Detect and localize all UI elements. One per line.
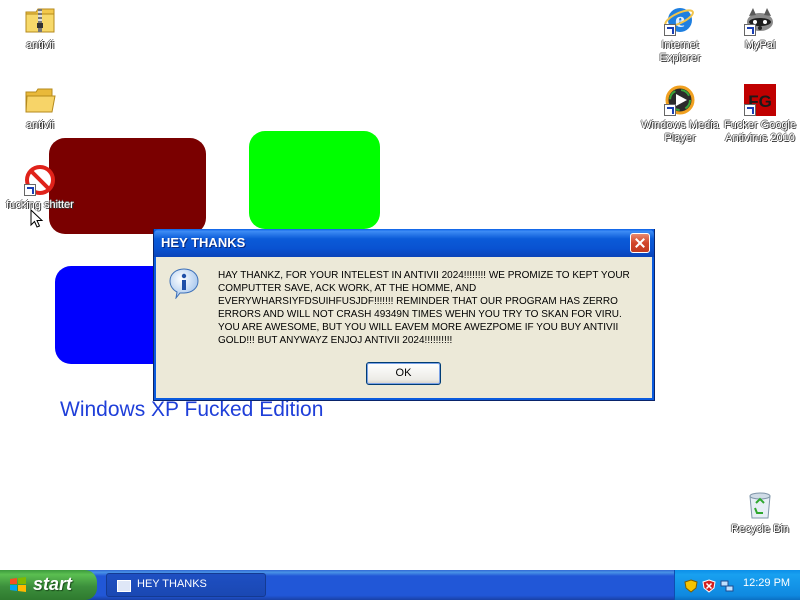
info-icon — [168, 267, 200, 300]
desktop-icon-label: MyPal — [744, 39, 776, 51]
desktop-icon-fucker-google-antivirus[interactable]: FG Fucker Google Antivirus 2010 — [720, 84, 800, 145]
desktop-icon-internet-explorer[interactable]: e Internet Explorer — [640, 4, 720, 65]
close-icon[interactable] — [630, 233, 650, 253]
dialog-body: HAY THANKZ, FOR YOUR INTELEST IN ANTIVII… — [158, 257, 650, 396]
zip-folder-icon — [24, 4, 56, 36]
taskbar: start HEY THANKS 12:29 PM — [0, 570, 800, 600]
desktop-icon-windows-media-player[interactable]: Windows Media Player — [640, 84, 720, 145]
clock[interactable]: 12:29 PM — [743, 577, 790, 589]
desktop-icon-label: Fucker Google Antivirus 2010 — [723, 119, 797, 144]
start-label: start — [33, 574, 73, 594]
desktop-icon-label: Internet Explorer — [659, 39, 701, 64]
folder-icon — [24, 84, 56, 116]
window-icon — [117, 580, 131, 592]
internet-explorer-icon: e — [664, 4, 696, 36]
fg-logo-icon: FG — [744, 84, 776, 116]
desktop-icon-label: Recycle Bin — [730, 523, 790, 535]
shortcut-arrow-icon — [24, 184, 36, 196]
desktop-icon-label: antivii — [25, 119, 55, 131]
security-shield-icon[interactable] — [684, 578, 698, 593]
media-player-icon — [664, 84, 696, 116]
desktop-icon-mypal[interactable]: MyPal — [720, 4, 800, 52]
system-tray: 12:29 PM — [674, 570, 800, 600]
raccoon-icon — [744, 4, 776, 36]
recycle-bin-icon — [744, 488, 776, 520]
desktop: Windows XP Fucked Edition antivii antivi… — [0, 0, 800, 570]
no-sign-icon — [24, 164, 56, 196]
ok-button[interactable]: OK — [366, 362, 441, 385]
desktop-icon-recycle-bin[interactable]: Recycle Bin — [720, 488, 800, 536]
mouse-cursor-icon — [30, 209, 44, 228]
desktop-icon-label: Windows Media Player — [641, 119, 719, 144]
shortcut-arrow-icon — [664, 104, 676, 116]
green-rectangle — [249, 131, 380, 229]
wallpaper-text: Windows XP Fucked Edition — [60, 398, 324, 421]
desktop-icon-antivii-folder[interactable]: antivii — [0, 84, 80, 132]
desktop-icon-label: antivii — [25, 39, 55, 51]
dialog-titlebar[interactable]: HEY THANKS — [154, 229, 654, 257]
shortcut-arrow-icon — [664, 24, 676, 36]
shortcut-arrow-icon — [744, 24, 756, 36]
message-dialog: HEY THANKS HAY THANKZ, FOR YOUR INTELEST… — [153, 229, 655, 401]
taskbar-button-label: HEY THANKS — [137, 578, 207, 590]
windows-logo-icon — [9, 576, 27, 594]
desktop-icon-fucking-shitter[interactable]: fucking shitter — [0, 164, 80, 212]
shortcut-arrow-icon — [744, 104, 756, 116]
network-icon[interactable] — [720, 578, 734, 592]
start-button[interactable]: start — [0, 570, 97, 600]
dialog-message: HAY THANKZ, FOR YOUR INTELEST IN ANTIVII… — [218, 270, 630, 346]
dialog-title: HEY THANKS — [161, 235, 246, 250]
taskbar-button-hey-thanks[interactable]: HEY THANKS — [106, 573, 266, 597]
security-alert-icon[interactable] — [702, 578, 716, 593]
desktop-icon-antivii-zip[interactable]: antivii — [0, 4, 80, 52]
